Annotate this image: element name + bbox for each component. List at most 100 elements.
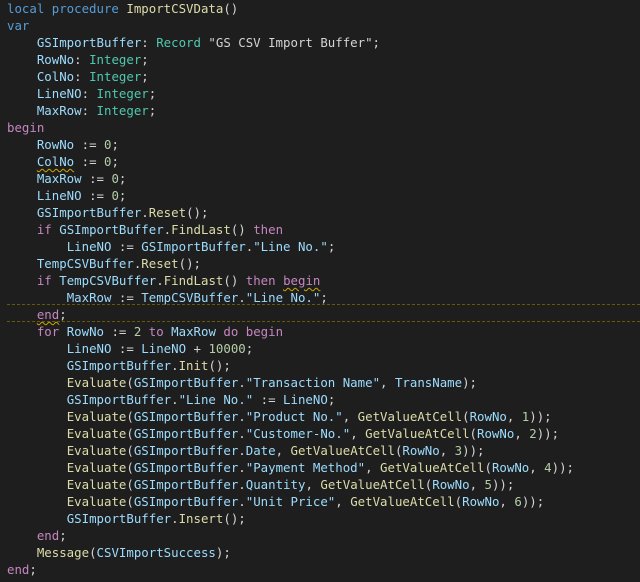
- code-token: Reset: [148, 205, 187, 220]
- code-token: 2: [529, 426, 537, 441]
- code-token: TempCSVBuffer: [36, 256, 134, 271]
- code-token: ));: [551, 460, 575, 475]
- code-token: Evaluate: [66, 375, 127, 390]
- code-line[interactable]: if GSImportBuffer.FindLast() then: [7, 221, 640, 238]
- code-line[interactable]: GSImportBuffer.Reset();: [7, 204, 640, 221]
- code-line[interactable]: end;: [7, 306, 640, 323]
- code-token: ();: [223, 511, 246, 526]
- code-token: ;: [245, 341, 254, 356]
- code-line[interactable]: GSImportBuffer.Init();: [7, 357, 640, 374]
- code-line[interactable]: Evaluate(GSImportBuffer."Payment Method"…: [7, 459, 640, 476]
- code-line[interactable]: if TempCSVBuffer.FindLast() then begin: [7, 272, 640, 289]
- code-token: ColNo: [36, 154, 75, 169]
- code-token: for: [36, 324, 67, 339]
- code-token: :: [74, 69, 90, 84]
- code-token: "Line No.": [178, 392, 254, 407]
- code-token: ;: [118, 171, 127, 186]
- code-token: if: [36, 273, 60, 288]
- code-line[interactable]: end;: [7, 561, 640, 578]
- code-token: Integer: [96, 86, 149, 101]
- code-token: LineNO: [283, 392, 328, 407]
- code-line[interactable]: var: [7, 17, 640, 34]
- code-token: GetValueAtCell: [365, 426, 470, 441]
- code-line[interactable]: ColNo := 0;: [7, 153, 640, 170]
- code-token: do begin: [215, 324, 284, 339]
- code-line[interactable]: end;: [7, 527, 640, 544]
- code-line[interactable]: LineNO := LineNO + 10000;: [7, 340, 640, 357]
- code-token: ;: [29, 562, 37, 577]
- code-line[interactable]: RowNo: Integer;: [7, 51, 640, 68]
- code-token: (: [126, 477, 134, 492]
- code-token: GSImportBuffer: [133, 443, 239, 458]
- code-token: ColNo: [36, 69, 75, 84]
- code-line[interactable]: Evaluate(GSImportBuffer."Customer-No.", …: [7, 425, 640, 442]
- code-token: Integer: [96, 103, 149, 118]
- code-line[interactable]: Evaluate(GSImportBuffer.Date, GetValueAt…: [7, 442, 640, 459]
- code-token: .: [171, 511, 179, 526]
- code-token: ,: [350, 426, 366, 441]
- code-line[interactable]: MaxRow: Integer;: [7, 102, 640, 119]
- code-line[interactable]: MaxRow := TempCSVBuffer."Line No.";: [7, 289, 640, 306]
- code-line[interactable]: RowNo := 0;: [7, 136, 640, 153]
- code-token: :=: [81, 171, 112, 186]
- code-line[interactable]: LineNO := 0;: [7, 187, 640, 204]
- code-line[interactable]: GSImportBuffer."Line No." := LineNO;: [7, 391, 640, 408]
- code-token: RowNo: [469, 409, 507, 424]
- code-line[interactable]: LineNO: Integer;: [7, 85, 640, 102]
- code-token: FindLast: [163, 273, 224, 288]
- code-line[interactable]: Evaluate(GSImportBuffer.Quantity, GetVal…: [7, 476, 640, 493]
- code-token: Integer: [89, 52, 142, 67]
- code-line[interactable]: local procedure ImportCSVData(): [7, 0, 640, 17]
- code-line[interactable]: LineNO := GSImportBuffer."Line No.";: [7, 238, 640, 255]
- code-token: then: [253, 222, 284, 237]
- code-token: GSImportBuffer: [66, 358, 172, 373]
- code-token: 4: [544, 460, 552, 475]
- code-token: GSImportBuffer: [133, 409, 239, 424]
- code-line[interactable]: TempCSVBuffer.Reset();: [7, 255, 640, 272]
- code-token: .: [171, 358, 179, 373]
- code-token: .: [238, 494, 246, 509]
- code-line[interactable]: Evaluate(GSImportBuffer."Product No.", G…: [7, 408, 640, 425]
- code-token: ,: [506, 409, 522, 424]
- code-token: MaxRow: [171, 324, 216, 339]
- code-token: ,: [499, 494, 515, 509]
- code-token: begin: [283, 273, 321, 288]
- code-line[interactable]: Evaluate(GSImportBuffer."Unit Price", Ge…: [7, 493, 640, 510]
- code-token: Evaluate: [66, 494, 127, 509]
- code-token: :: [81, 103, 97, 118]
- code-token: Evaluate: [66, 477, 127, 492]
- code-token: 6: [514, 494, 522, 509]
- code-line[interactable]: ColNo: Integer;: [7, 68, 640, 85]
- code-line[interactable]: begin: [7, 119, 640, 136]
- code-token: GSImportBuffer: [133, 426, 239, 441]
- code-token: ;: [141, 52, 149, 67]
- code-token: (: [126, 409, 134, 424]
- code-line[interactable]: Message(CSVImportSuccess);: [7, 544, 640, 561]
- code-line[interactable]: for RowNo := 2 to MaxRow do begin: [7, 323, 640, 340]
- code-line[interactable]: Evaluate(GSImportBuffer."Transaction Nam…: [7, 374, 640, 391]
- code-token: (): [223, 1, 239, 16]
- code-line[interactable]: GSImportBuffer: Record "GS CSV Import Bu…: [7, 34, 640, 51]
- code-line[interactable]: MaxRow := 0;: [7, 170, 640, 187]
- code-line[interactable]: GSImportBuffer.Insert();: [7, 510, 640, 527]
- code-token: :=: [253, 392, 284, 407]
- code-token: GetValueAtCell: [350, 494, 455, 509]
- code-token: ;: [372, 35, 381, 50]
- code-token: ();: [178, 256, 201, 271]
- code-token: local procedure: [7, 1, 127, 16]
- code-token: Quantity: [245, 477, 306, 492]
- code-editor[interactable]: local procedure ImportCSVData() var GSImp…: [0, 0, 640, 582]
- code-token: RowNo: [462, 494, 500, 509]
- code-token: ,: [275, 443, 291, 458]
